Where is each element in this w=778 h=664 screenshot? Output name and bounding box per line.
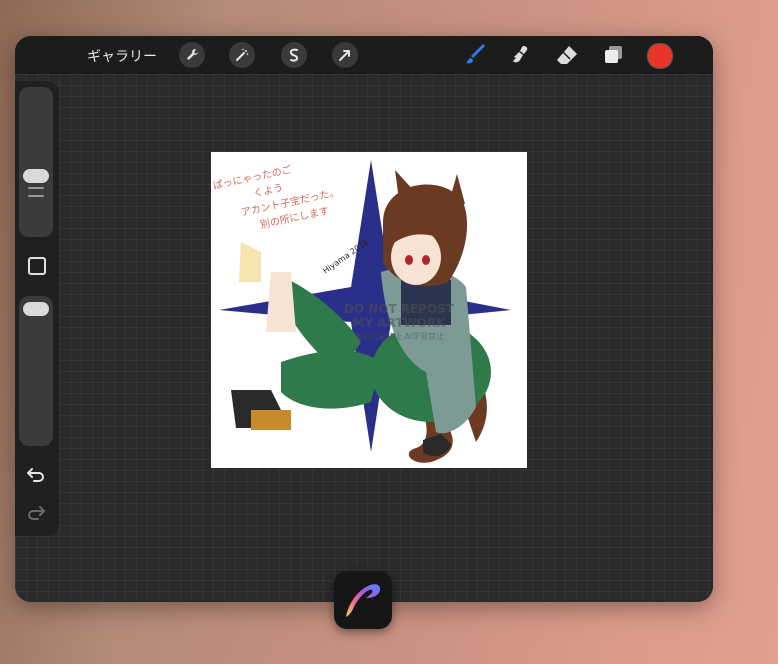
wrench-icon[interactable] bbox=[179, 42, 205, 68]
brush-icon[interactable] bbox=[463, 42, 489, 68]
smudge-icon[interactable] bbox=[508, 42, 534, 68]
brush-size-knob[interactable] bbox=[23, 169, 49, 183]
left-sidebar bbox=[15, 81, 59, 536]
opacity-knob[interactable] bbox=[23, 302, 49, 316]
artwork-canvas[interactable]: ぱっにゃったのご くよう アカント子宝だった。 別の所にします Hiyama 2… bbox=[211, 152, 527, 468]
eraser-icon[interactable] bbox=[554, 42, 580, 68]
procreate-app-icon[interactable] bbox=[334, 571, 392, 629]
watermark-line: 無断転載禁止 AI学習禁止 bbox=[353, 332, 445, 341]
layers-icon[interactable] bbox=[600, 42, 626, 68]
undo-icon[interactable] bbox=[26, 467, 46, 487]
watermark-line: DO NOT REPOST bbox=[343, 302, 455, 316]
gallery-button[interactable]: ギャラリー bbox=[87, 46, 157, 66]
watermark: DO NOT REPOST MY ARTWORK 無断転載禁止 AI学習禁止 bbox=[319, 302, 479, 344]
redo-icon[interactable] bbox=[26, 505, 46, 525]
magic-wand-icon[interactable] bbox=[229, 42, 255, 68]
color-picker-button[interactable] bbox=[647, 43, 673, 69]
brush-size-slider[interactable] bbox=[19, 87, 53, 237]
top-toolbar: ギャラリー bbox=[15, 36, 713, 74]
opacity-slider[interactable] bbox=[19, 296, 53, 446]
procreate-window: ギャラリー ぱっにゃったのご くよう アカント子宝だった。 別の所にします Hi… bbox=[15, 36, 713, 602]
selection-icon[interactable] bbox=[281, 42, 307, 68]
slider-tick bbox=[28, 187, 44, 189]
watermark-line: MY ARTWORK bbox=[352, 316, 446, 330]
slider-tick bbox=[28, 195, 44, 197]
transform-arrow-icon[interactable] bbox=[332, 42, 358, 68]
eyedropper-modifier-button[interactable] bbox=[28, 257, 46, 275]
